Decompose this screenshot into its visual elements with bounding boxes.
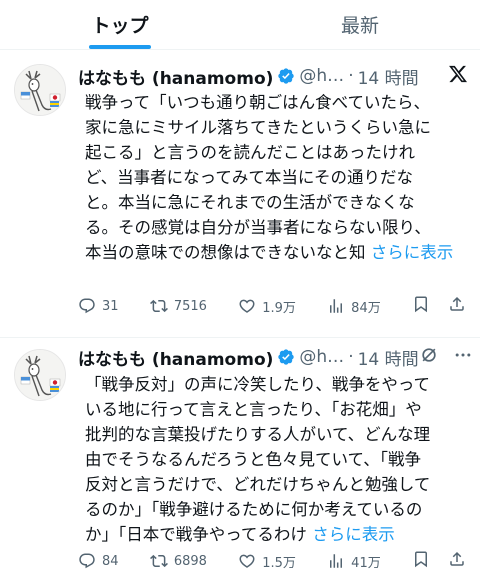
tab-top[interactable]: トップ (0, 0, 240, 49)
share-icon (450, 296, 464, 311)
show-more-link[interactable]: さらに表示 (312, 525, 395, 544)
avatar[interactable] (14, 64, 66, 116)
heart-icon (238, 297, 256, 315)
verified-badge-icon (277, 67, 295, 85)
handle[interactable]: @h… (299, 66, 344, 86)
repost-button[interactable]: 7516 (149, 297, 207, 315)
tweet[interactable]: はなもも (hanamomo) @h… · 14 時間 「戦争反対」の声に冷笑し… (0, 339, 480, 586)
repost-count: 7516 (173, 298, 207, 314)
tweet-text[interactable]: 戦争って「いつも通り朝ごはん食べていたら、 家に急にミサイル落ちてきたというくら… (85, 90, 468, 265)
verified-badge-icon (277, 348, 295, 366)
bookmark-button[interactable] (412, 295, 430, 317)
deer-avatar-illustration (15, 350, 65, 400)
tab-latest[interactable]: 最新 (240, 0, 480, 49)
reply-icon (78, 552, 96, 570)
reply-count: 84 (102, 553, 119, 569)
reply-icon (78, 297, 96, 315)
show-more-link[interactable]: さらに表示 (371, 243, 454, 262)
view-count: 41万 (351, 555, 381, 571)
heart-icon (238, 552, 256, 570)
views-icon (327, 552, 345, 570)
timestamp[interactable]: 14 時間 (358, 345, 419, 370)
repost-count: 6898 (173, 553, 207, 569)
display-name[interactable]: はなもも (hanamomo) (78, 64, 273, 89)
bookmark-button[interactable] (412, 550, 430, 572)
display-name[interactable]: はなもも (hanamomo) (78, 345, 273, 370)
repost-icon (149, 552, 168, 570)
header-actions (448, 64, 468, 89)
share-button[interactable] (448, 295, 466, 317)
reply-count: 31 (102, 298, 119, 314)
timeline-tabs: トップ 最新 (0, 0, 480, 50)
tweet-actions: 31 7516 1.9万 84万 (78, 294, 466, 318)
tweet-header: はなもも (hanamomo) @h… · 14 時間 (78, 345, 470, 370)
header-actions (419, 345, 473, 370)
reply-button[interactable]: 84 (78, 552, 119, 570)
views-button[interactable]: 84万 (327, 297, 381, 316)
separator-dot: · (348, 347, 354, 367)
tab-latest-label: 最新 (340, 15, 379, 37)
view-count: 84万 (351, 300, 381, 316)
like-button[interactable]: 1.5万 (238, 552, 296, 571)
grok-icon[interactable] (419, 345, 439, 370)
repost-button[interactable]: 6898 (149, 552, 207, 570)
tweet-header: はなもも (hanamomo) @h… · 14 時間 (78, 64, 468, 89)
active-tab-indicator (89, 45, 151, 49)
deer-avatar-illustration (15, 65, 65, 115)
avatar[interactable] (14, 349, 66, 401)
timestamp[interactable]: 14 時間 (358, 64, 419, 89)
bookmark-icon (415, 551, 427, 568)
tweet-actions: 84 6898 1.5万 41万 (78, 549, 466, 573)
like-count: 1.5万 (262, 555, 296, 571)
tweet-text-content: 戦争って「いつも通り朝ごはん食べていたら、 家に急にミサイル落ちてきたというくら… (85, 93, 432, 262)
share-button[interactable] (448, 550, 466, 572)
like-button[interactable]: 1.9万 (238, 297, 296, 316)
more-options-icon[interactable] (453, 345, 473, 370)
share-icon (450, 551, 464, 566)
secondary-actions (412, 550, 466, 572)
tweet[interactable]: はなもも (hanamomo) @h… · 14 時間 戦争って「いつも通り朝ご… (0, 52, 480, 338)
views-icon (327, 297, 345, 315)
handle[interactable]: @h… (299, 347, 344, 367)
views-button[interactable]: 41万 (327, 552, 381, 571)
like-count: 1.9万 (262, 300, 296, 316)
reply-button[interactable]: 31 (78, 297, 119, 315)
secondary-actions (412, 295, 466, 317)
tab-top-label: トップ (91, 15, 149, 37)
bookmark-icon (415, 296, 427, 313)
tweet-text-content: 「戦争反対」の声に冷笑したり、戦争をやって いる地に行って言えと言ったり、「お花… (85, 375, 431, 544)
repost-icon (149, 297, 168, 315)
x-logo-icon (448, 64, 468, 89)
tweet-text[interactable]: 「戦争反対」の声に冷笑したり、戦争をやって いる地に行って言えと言ったり、「お花… (85, 372, 468, 547)
separator-dot: · (348, 66, 354, 86)
